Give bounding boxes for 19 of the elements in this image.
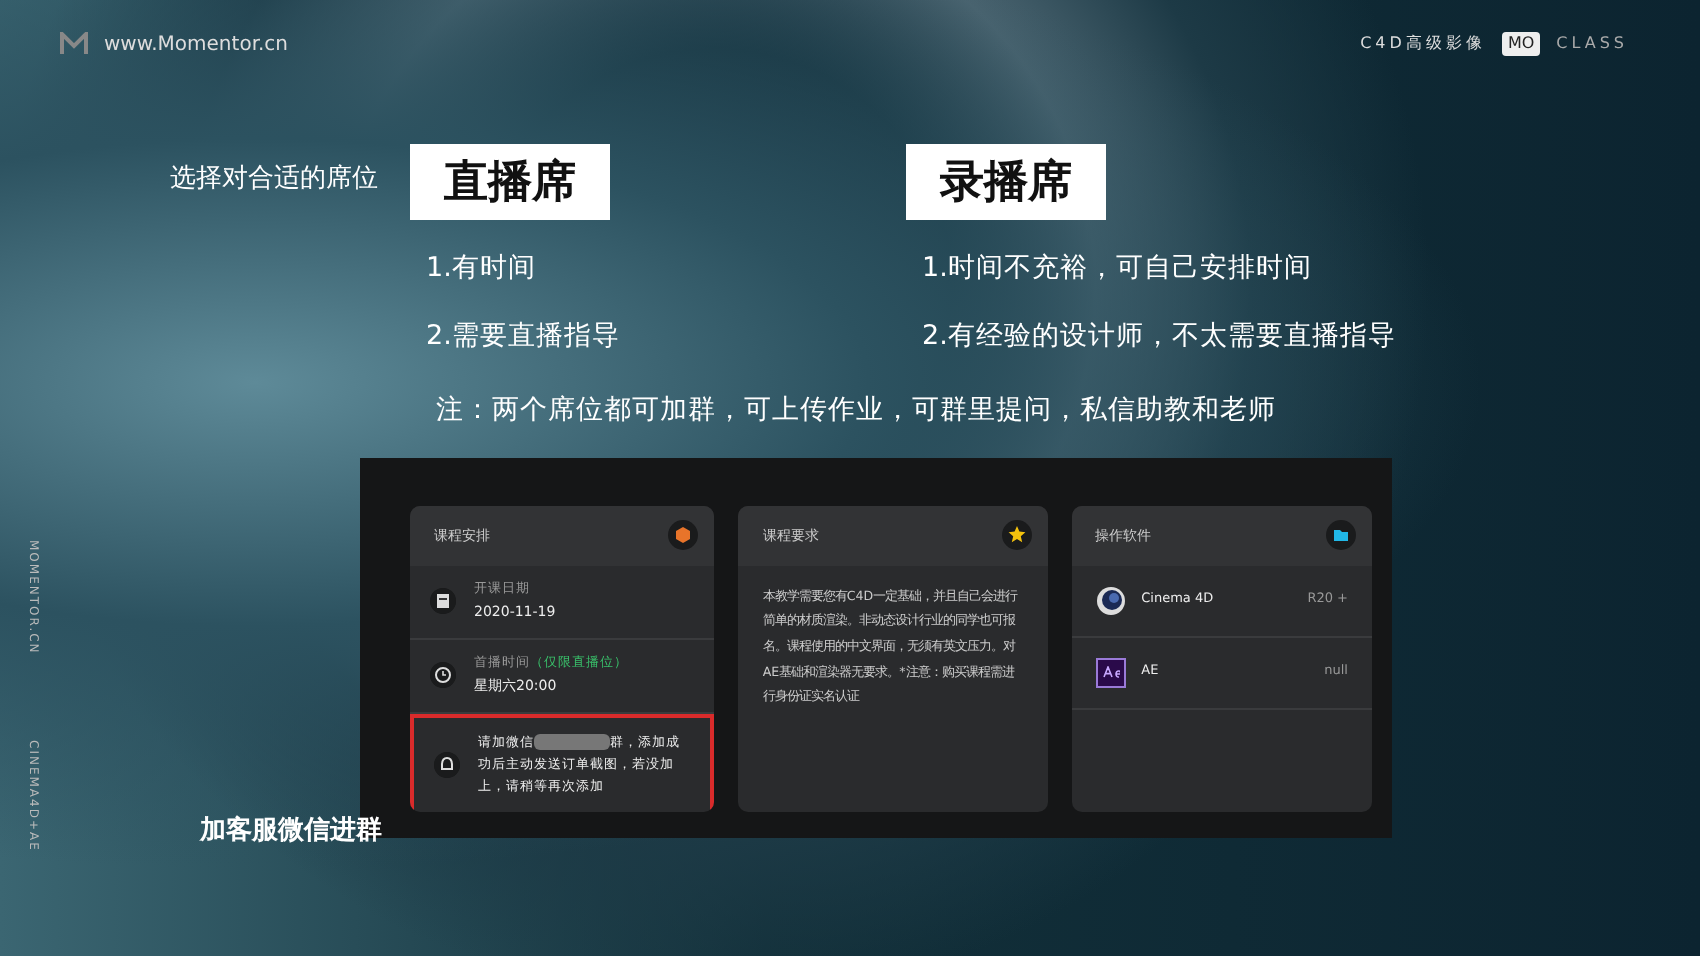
note-text: 注：两个席位都可加群，可上传作业，可群里提问，私信助教和老师 bbox=[436, 391, 1278, 429]
site-url: www.Momentor.cn bbox=[104, 31, 289, 59]
brand-badge: MO bbox=[1501, 32, 1541, 56]
logo-icon bbox=[60, 32, 88, 56]
sphere-icon bbox=[1095, 585, 1126, 616]
clock-icon bbox=[430, 662, 456, 689]
seat-point: 1.时间不充裕，可自己安排时间 bbox=[922, 250, 1314, 288]
seat-title: 直播席 bbox=[410, 144, 610, 220]
cube-icon bbox=[668, 520, 699, 551]
prompt-text: 选择对合适的席位 bbox=[168, 162, 380, 198]
seat-point: 1.有时间 bbox=[426, 250, 538, 288]
folder-icon bbox=[1326, 520, 1356, 551]
ae-icon bbox=[1095, 657, 1126, 688]
seat-title: 录播席 bbox=[906, 144, 1106, 220]
caption-text: 加客服微信进群 bbox=[200, 813, 382, 850]
seat-point: 2.有经验的设计师，不太需要直播指导 bbox=[922, 318, 1398, 357]
brand-suffix: CLASS bbox=[1556, 32, 1628, 56]
brand-title: C4D高级影像 bbox=[1360, 32, 1486, 56]
seat-point: 2.需要直播指导 bbox=[426, 318, 622, 357]
